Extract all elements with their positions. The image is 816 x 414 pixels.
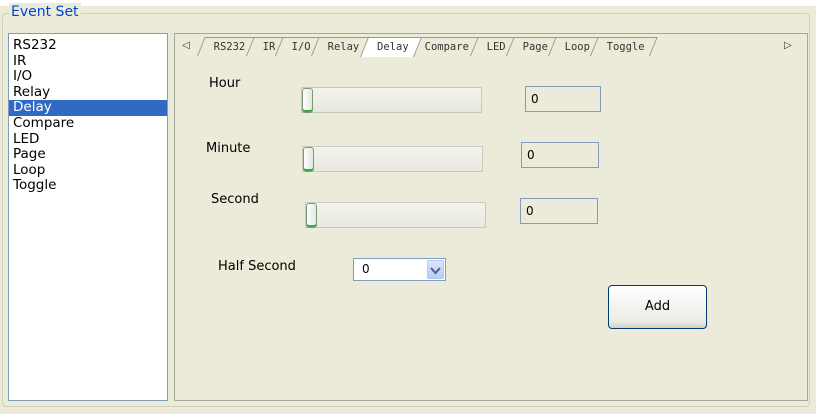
list-item-loop[interactable]: Loop xyxy=(9,162,167,179)
list-item-ir[interactable]: IR xyxy=(9,53,167,70)
hour-value-field[interactable]: 0 xyxy=(525,86,601,112)
list-item-page[interactable]: Page xyxy=(9,147,167,163)
minute-slider[interactable] xyxy=(302,146,483,172)
half-second-label: Half Second xyxy=(218,259,296,274)
tab-toggle[interactable]: Toggle xyxy=(590,37,658,56)
tab-panel: ◁ RS232 IR I/O Relay Delay Compare LED P… xyxy=(174,33,808,401)
list-item-rs232[interactable]: RS232 xyxy=(9,37,167,54)
half-second-select[interactable]: 0 xyxy=(353,258,446,281)
second-value-field[interactable]: 0 xyxy=(520,198,598,224)
add-button[interactable]: Add xyxy=(608,285,707,329)
list-item-relay[interactable]: Relay xyxy=(9,84,167,101)
tab-scroll-left-icon[interactable]: ◁ xyxy=(180,39,192,53)
tab-strip: RS232 IR I/O Relay Delay Compare LED Pag… xyxy=(197,37,658,59)
list-item-led[interactable]: LED xyxy=(9,131,167,148)
top-strip xyxy=(0,0,816,6)
tab-bar: ◁ RS232 IR I/O Relay Delay Compare LED P… xyxy=(175,34,807,62)
tab-scroll-right-icon[interactable]: ▷ xyxy=(782,39,794,53)
list-item-io[interactable]: I/O xyxy=(9,69,167,85)
event-type-list[interactable]: RS232 IR I/O Relay Delay Compare LED Pag… xyxy=(8,33,168,401)
second-slider-thumb[interactable] xyxy=(306,203,317,228)
half-second-selected-value: 0 xyxy=(362,262,370,276)
tab-delay[interactable]: Delay xyxy=(359,37,422,57)
minute-value-field[interactable]: 0 xyxy=(521,142,599,168)
hour-slider-thumb[interactable] xyxy=(302,88,313,113)
minute-label: Minute xyxy=(206,141,251,156)
group-title: Event Set xyxy=(9,3,81,21)
list-item-delay[interactable]: Delay xyxy=(9,100,167,116)
second-label: Second xyxy=(211,192,259,207)
hour-label: Hour xyxy=(209,76,241,91)
list-item-compare[interactable]: Compare xyxy=(9,115,167,132)
chevron-down-icon[interactable] xyxy=(427,260,444,279)
list-item-toggle[interactable]: Toggle xyxy=(9,178,167,194)
minute-slider-thumb[interactable] xyxy=(303,147,314,172)
second-slider[interactable] xyxy=(305,202,486,228)
hour-slider[interactable] xyxy=(301,87,482,113)
